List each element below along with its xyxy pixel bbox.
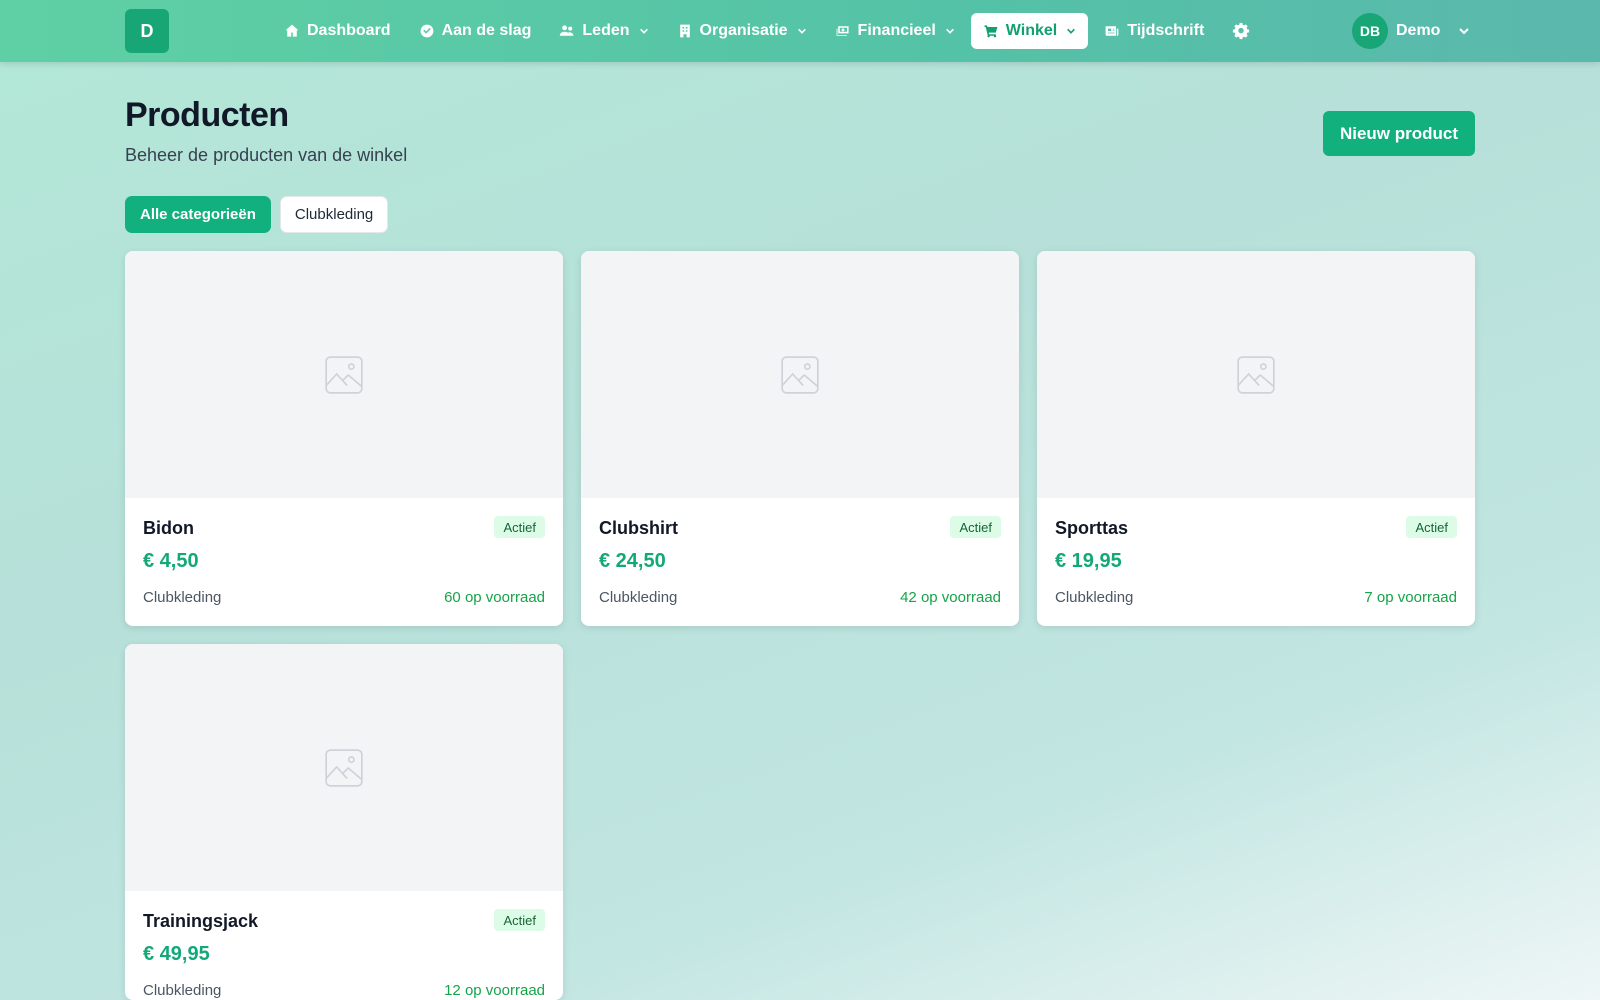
product-name: Bidon bbox=[143, 518, 194, 538]
product-stock: 60 op voorraad bbox=[444, 589, 545, 606]
nav-item-label: Tijdschrift bbox=[1127, 22, 1205, 39]
product-stock: 42 op voorraad bbox=[900, 589, 1001, 606]
image-placeholder-icon bbox=[781, 355, 819, 394]
gear-icon bbox=[1233, 22, 1250, 40]
product-category: Clubkleding bbox=[599, 589, 678, 606]
users-icon bbox=[560, 25, 574, 36]
status-badge: Actief bbox=[950, 516, 1001, 538]
product-stock: 7 op voorraad bbox=[1364, 589, 1457, 606]
product-card[interactable]: Sporttas Actief € 19,95 Clubkleding 7 op… bbox=[1037, 251, 1475, 626]
user-menu[interactable]: DB Demo bbox=[1352, 13, 1470, 49]
nav-item-label: Financieel bbox=[857, 22, 936, 39]
product-card[interactable]: Bidon Actief € 4,50 Clubkleding 60 op vo… bbox=[125, 251, 563, 626]
filter-clubkleding[interactable]: Clubkleding bbox=[279, 196, 389, 233]
money-icon bbox=[836, 26, 849, 36]
product-card-body: Trainingsjack Actief € 49,95 Clubkleding… bbox=[125, 891, 563, 1000]
image-placeholder-icon bbox=[1237, 355, 1275, 394]
product-price: € 4,50 bbox=[143, 550, 199, 572]
product-category: Clubkleding bbox=[1055, 589, 1134, 606]
main-nav: Dashboard Aan de slag Leden Organisatie … bbox=[272, 13, 1266, 49]
nav-item-label: Leden bbox=[582, 22, 630, 39]
product-category: Clubkleding bbox=[143, 589, 222, 606]
product-card-body: Bidon Actief € 4,50 Clubkleding 60 op vo… bbox=[125, 498, 563, 626]
chevron-down-icon bbox=[1459, 28, 1470, 35]
chevron-down-icon bbox=[1067, 28, 1076, 34]
status-badge: Actief bbox=[494, 516, 545, 538]
home-icon bbox=[285, 24, 299, 37]
chevron-down-icon bbox=[639, 28, 648, 34]
building-icon bbox=[679, 24, 690, 38]
nav-item-label: Aan de slag bbox=[441, 22, 532, 39]
newspaper-icon bbox=[1105, 26, 1119, 36]
product-image-placeholder bbox=[125, 644, 563, 891]
nav-item-organisatie[interactable]: Organisatie bbox=[665, 13, 819, 49]
user-name: Demo bbox=[1396, 22, 1441, 39]
nav-item-winkel[interactable]: Winkel bbox=[970, 13, 1089, 49]
page-subtitle: Beheer de producten van de winkel bbox=[125, 145, 408, 165]
product-name: Clubshirt bbox=[599, 518, 678, 538]
filter-all-categories[interactable]: Alle categorieën bbox=[125, 196, 271, 233]
page-title: Producten bbox=[125, 96, 289, 134]
nav-item-label: Organisatie bbox=[699, 22, 788, 39]
image-placeholder-icon bbox=[325, 748, 363, 787]
nav-item-label: Dashboard bbox=[307, 22, 391, 39]
product-price: € 49,95 bbox=[143, 943, 210, 965]
nav-item-leden[interactable]: Leden bbox=[547, 13, 660, 49]
nav-item-tijdschrift[interactable]: Tijdschrift bbox=[1092, 13, 1216, 49]
chevron-down-icon bbox=[797, 28, 806, 34]
app-logo[interactable]: D bbox=[125, 9, 169, 53]
avatar: DB bbox=[1352, 13, 1388, 49]
product-card[interactable]: Clubshirt Actief € 24,50 Clubkleding 42 … bbox=[581, 251, 1019, 626]
product-image-placeholder bbox=[125, 251, 563, 498]
chevron-down-icon bbox=[945, 28, 954, 34]
new-product-button[interactable]: Nieuw product bbox=[1323, 111, 1475, 156]
product-card-body: Sporttas Actief € 19,95 Clubkleding 7 op… bbox=[1037, 498, 1475, 626]
image-placeholder-icon bbox=[325, 355, 363, 394]
status-badge: Actief bbox=[1406, 516, 1457, 538]
product-price: € 24,50 bbox=[599, 550, 666, 572]
product-name: Trainingsjack bbox=[143, 911, 259, 931]
product-image-placeholder bbox=[1037, 251, 1475, 498]
product-price: € 19,95 bbox=[1055, 550, 1122, 572]
nav-item-financieel[interactable]: Financieel bbox=[823, 13, 967, 49]
nav-item-label: Winkel bbox=[1005, 22, 1058, 39]
product-card[interactable]: Trainingsjack Actief € 49,95 Clubkleding… bbox=[125, 644, 563, 1000]
product-name: Sporttas bbox=[1055, 518, 1129, 538]
status-badge: Actief bbox=[494, 909, 545, 931]
product-image-placeholder bbox=[581, 251, 1019, 498]
product-category: Clubkleding bbox=[143, 982, 222, 999]
nav-item-aan-de-slag[interactable]: Aan de slag bbox=[407, 13, 544, 49]
product-card-body: Clubshirt Actief € 24,50 Clubkleding 42 … bbox=[581, 498, 1019, 626]
category-filters: Alle categorieën Clubkleding bbox=[125, 196, 389, 233]
settings-button[interactable] bbox=[1220, 13, 1262, 49]
check-circle-icon bbox=[420, 24, 433, 38]
top-navbar: D Dashboard Aan de slag Leden Organisati… bbox=[0, 0, 1600, 62]
cart-icon bbox=[984, 25, 998, 38]
nav-item-dashboard[interactable]: Dashboard bbox=[272, 13, 403, 49]
product-stock: 12 op voorraad bbox=[444, 982, 545, 999]
